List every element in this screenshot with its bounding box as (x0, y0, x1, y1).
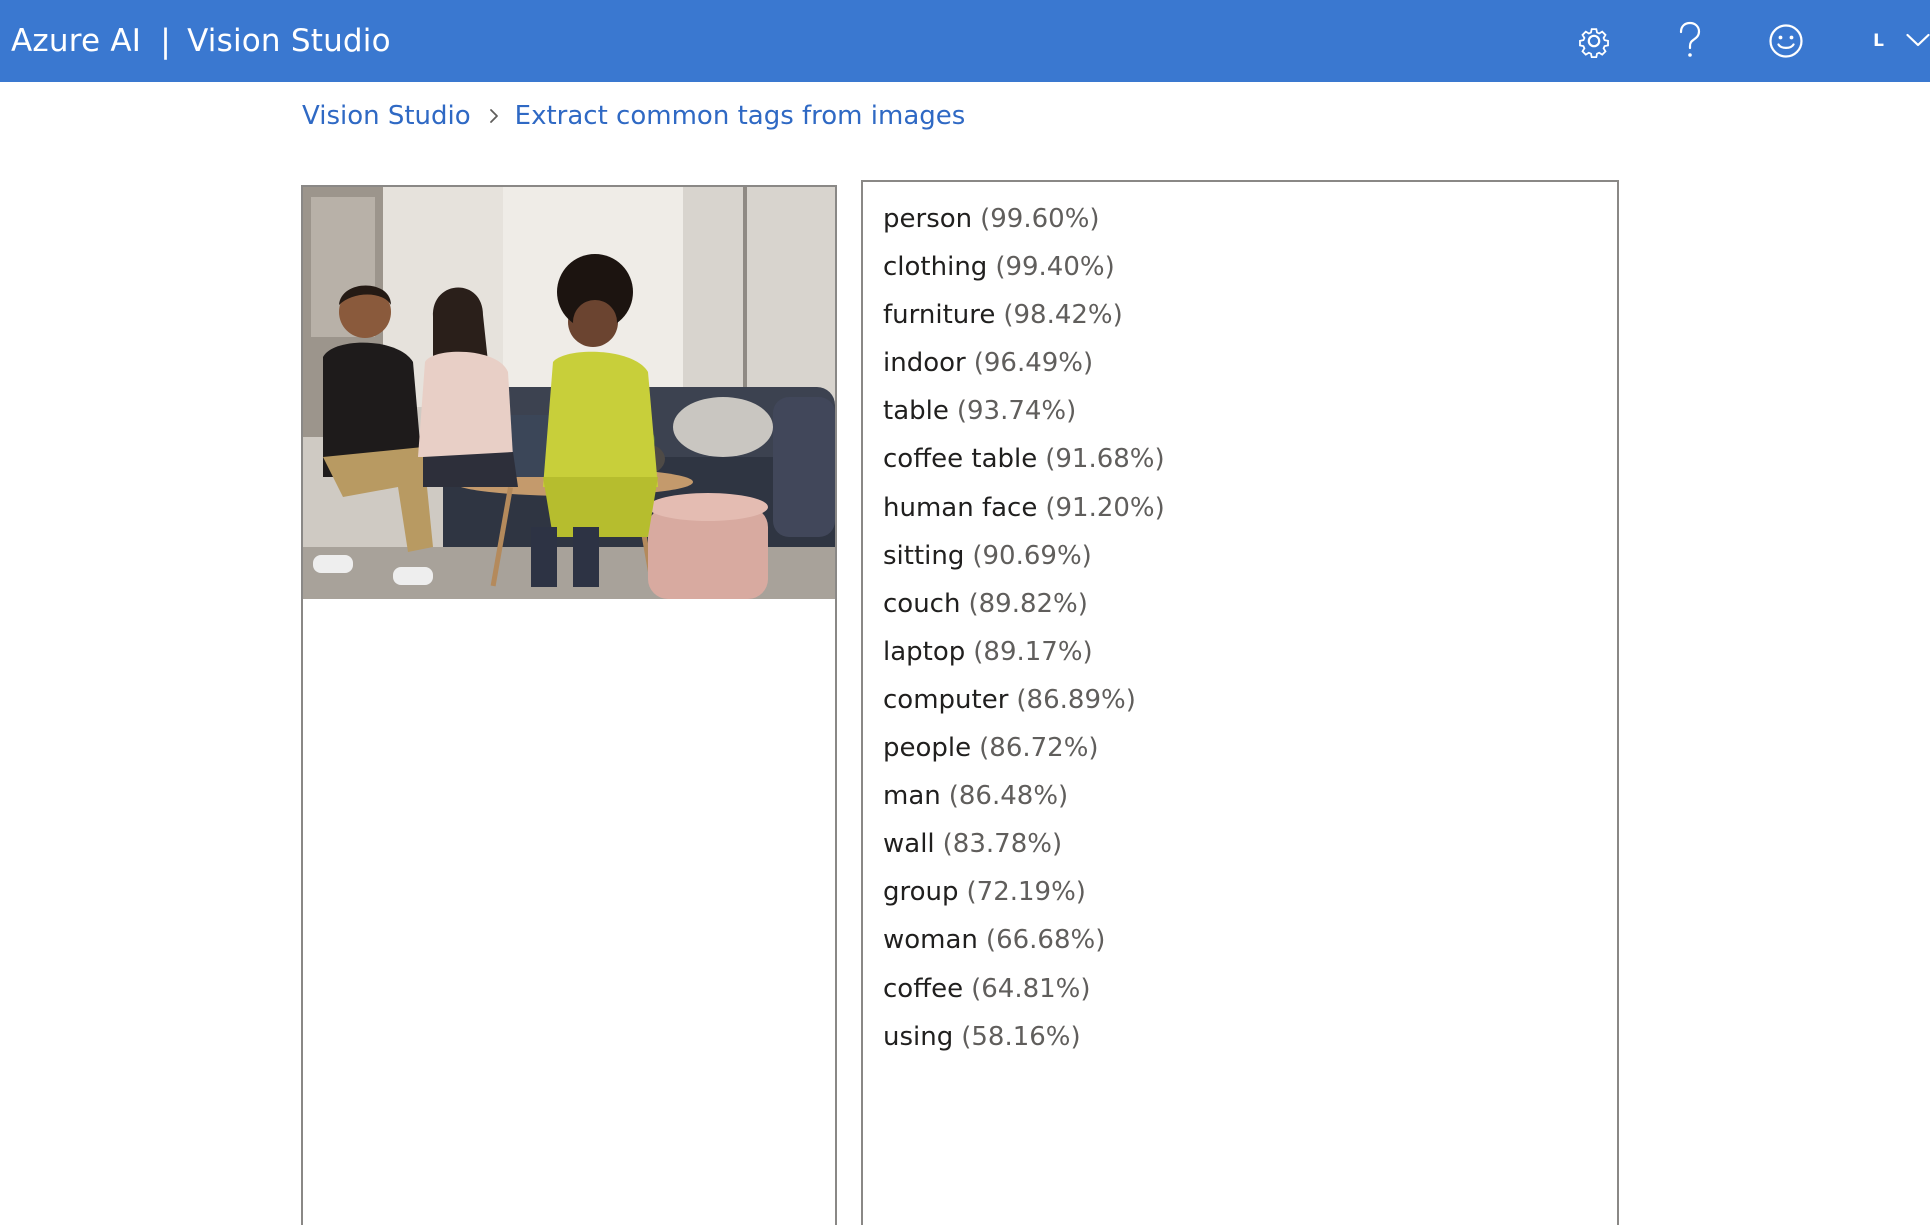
tag-name: human face (883, 492, 1038, 523)
tag-item: coffee (64.81%) (863, 971, 1617, 1019)
tag-name: table (883, 396, 949, 427)
top-bar: Azure AI | Vision Studio L (0, 0, 1930, 82)
tag-item: man (86.48%) (863, 778, 1617, 826)
tag-confidence: (99.40%) (995, 252, 1115, 283)
tag-name: laptop (883, 636, 966, 667)
tag-name: clothing (883, 252, 988, 283)
feedback-button[interactable] (1738, 0, 1834, 82)
tag-name: furniture (883, 300, 996, 331)
tag-confidence: (90.69%) (972, 540, 1092, 571)
tag-confidence: (86.48%) (948, 781, 1069, 812)
app-name: Vision Studio (187, 23, 391, 59)
help-icon (1675, 21, 1705, 61)
help-button[interactable] (1642, 0, 1738, 82)
tag-item: woman (66.68%) (863, 922, 1617, 970)
tag-name: wall (883, 829, 935, 860)
top-actions: L (1546, 0, 1930, 82)
tag-name: group (883, 877, 959, 908)
tag-item: coffee table (91.68%) (863, 441, 1617, 489)
image-preview-panel (301, 185, 837, 1225)
tag-item: wall (83.78%) (863, 826, 1617, 874)
tag-confidence: (91.68%) (1045, 444, 1165, 475)
tag-item: person (99.60%) (863, 201, 1617, 249)
tag-name: coffee (883, 973, 964, 1004)
tag-item: using (58.16%) (863, 1019, 1617, 1067)
tag-item: human face (91.20%) (863, 490, 1617, 538)
brand-separator: | (160, 22, 172, 60)
tag-item: couch (89.82%) (863, 586, 1617, 634)
tags-result-panel: person (99.60%) clothing (99.40%) furniture(… (861, 180, 1619, 1225)
chevron-down-icon (1906, 32, 1930, 51)
breadcrumb-current-link[interactable]: Extract common tags from images (515, 101, 966, 131)
tag-confidence: (64.81%) (971, 973, 1091, 1004)
tag-item: clothing (99.40%) (863, 249, 1617, 297)
tag-list: person (99.60%) clothing (99.40%) furniture(… (863, 182, 1617, 1067)
tag-item: laptop (89.17%) (863, 634, 1617, 682)
tag-confidence: (93.74%) (956, 396, 1077, 427)
account-menu-button[interactable]: L (1834, 0, 1930, 82)
tag-item: furniture (98.42%) (863, 297, 1617, 345)
tag-confidence: (86.89%) (1016, 684, 1136, 715)
tag-confidence: (98.42%) (1003, 300, 1123, 331)
tag-item: computer (86.89%) (863, 682, 1617, 730)
tag-confidence: (91.20%) (1045, 492, 1165, 523)
tag-confidence: (89.17%) (973, 636, 1093, 667)
tag-confidence: (89.82%) (968, 588, 1088, 619)
product-name: Azure AI (11, 23, 142, 59)
sample-image (303, 187, 835, 599)
tag-confidence: (99.60%) (980, 204, 1100, 234)
tag-item: people (86.72%) (863, 730, 1617, 778)
tag-name: people (883, 733, 972, 764)
chevron-right-icon (489, 108, 499, 124)
tag-confidence: (96.49%) (973, 348, 1094, 379)
tag-item: group (72.19%) (863, 874, 1617, 922)
tag-confidence: (83.78%) (942, 829, 1063, 860)
tag-item: sitting (90.69%) (863, 538, 1617, 586)
tag-confidence: (66.68%) (985, 925, 1106, 956)
tag-confidence: (86.72%) (979, 733, 1099, 764)
settings-button[interactable] (1546, 0, 1642, 82)
tag-confidence: (58.16%) (961, 1021, 1081, 1052)
tag-confidence: (72.19%) (966, 877, 1086, 908)
tag-item: indoor (96.49%) (863, 345, 1617, 393)
tag-name: woman (883, 925, 978, 956)
tag-name: person (883, 204, 973, 234)
settings-icon (1576, 23, 1612, 59)
tag-name: indoor (883, 348, 966, 379)
breadcrumb-root-link[interactable]: Vision Studio (302, 101, 471, 131)
brand[interactable]: Azure AI | Vision Studio (0, 22, 391, 60)
tag-name: man (883, 781, 941, 812)
tag-name: using (883, 1021, 954, 1052)
tag-name: coffee table (883, 444, 1038, 475)
tag-name: computer (883, 684, 1009, 715)
tag-name: sitting (883, 540, 965, 571)
breadcrumb: Vision Studio Extract common tags from i… (302, 101, 965, 131)
tag-item: table (93.74%) (863, 393, 1617, 441)
feedback-icon (1768, 23, 1804, 59)
tag-name: couch (883, 588, 961, 619)
user-initial: L (1873, 31, 1884, 51)
